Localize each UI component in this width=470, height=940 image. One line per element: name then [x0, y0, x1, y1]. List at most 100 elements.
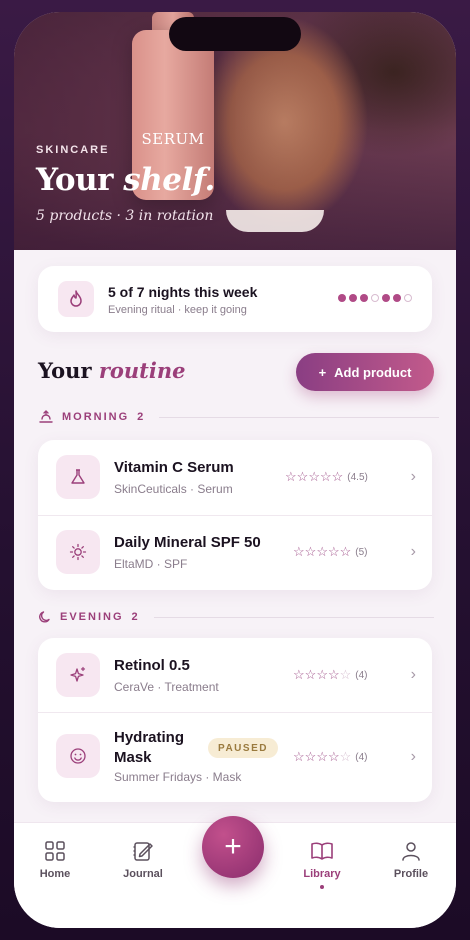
- product-row-hydrating-mask[interactable]: Hydrating Mask PAUSED Summer Fridays · M…: [38, 712, 432, 802]
- chevron-right-icon: ›: [410, 666, 416, 683]
- streak-dots: [338, 294, 412, 302]
- grid-icon: [45, 841, 65, 861]
- rating-value: (4.5): [347, 471, 368, 483]
- chevron-right-icon: ›: [410, 468, 416, 485]
- rating: ☆☆☆☆☆ (4): [293, 667, 368, 683]
- morning-label: MORNING: [62, 411, 130, 423]
- night-done-dot: [338, 294, 346, 302]
- product-name: Vitamin C Serum: [114, 459, 234, 476]
- streak-card[interactable]: 5 of 7 nights this week Evening ritual ·…: [38, 266, 432, 332]
- rating-value: (4): [355, 751, 368, 763]
- star-icon: ☆: [327, 544, 340, 559]
- star-icon: ☆: [285, 469, 297, 484]
- star-icon: ☆: [293, 544, 305, 559]
- star-icon: ☆: [316, 749, 328, 764]
- star-rating: ☆☆☆☆☆: [293, 544, 351, 560]
- rating: ☆☆☆☆☆ (5): [293, 544, 368, 560]
- star-icon: ☆: [304, 667, 317, 682]
- star-icon: ☆: [308, 469, 320, 484]
- star-icon: ☆: [339, 749, 352, 764]
- night-done-dot: [349, 294, 357, 302]
- active-indicator: [320, 885, 324, 889]
- star-icon: ☆: [339, 544, 352, 559]
- chevron-right-icon: ›: [410, 748, 416, 765]
- product-name: Retinol 0.5: [114, 657, 190, 674]
- product-row-vitamin-c[interactable]: Vitamin C Serum SkinCeuticals · Serum ☆☆…: [38, 440, 432, 515]
- add-product-button[interactable]: + Add product: [296, 353, 434, 391]
- sun-icon: [56, 530, 100, 574]
- product-name: Hydrating Mask: [114, 729, 185, 766]
- star-icon: ☆: [327, 749, 340, 764]
- streak-title: 5 of 7 nights this week: [108, 284, 258, 300]
- star-icon: ☆: [293, 667, 305, 682]
- night-missed-dot: [371, 294, 379, 302]
- nav-library[interactable]: Library: [287, 840, 357, 880]
- star-icon: ☆: [339, 667, 352, 682]
- divider: [159, 416, 440, 418]
- add-product-label: Add product: [334, 364, 412, 380]
- nav-library-label: Library: [303, 868, 341, 880]
- plus-icon: +: [318, 364, 327, 380]
- hero-photo-detail: [226, 210, 324, 232]
- star-icon: ☆: [304, 749, 317, 764]
- star-icon: ☆: [293, 749, 305, 764]
- product-meta: SkinCeuticals · Serum: [114, 482, 233, 496]
- product-meta: CeraVe · Treatment: [114, 680, 219, 694]
- divider: [153, 616, 434, 618]
- hero-kicker: SKINCARE: [36, 144, 110, 156]
- smile-icon: [56, 734, 100, 778]
- star-icon: ☆: [327, 667, 340, 682]
- star-icon: ☆: [316, 667, 328, 682]
- device-frame: SERUM SKINCARE Your shelf. 5 products · …: [0, 0, 470, 940]
- rating: ☆☆☆☆☆ (4.5): [285, 469, 368, 485]
- sunrise-icon: [39, 410, 53, 423]
- evening-group-header: EVENING 2: [38, 610, 434, 624]
- nav-home-label: Home: [39, 868, 71, 880]
- flame-icon: [58, 281, 94, 317]
- camera-notch: [169, 17, 301, 51]
- paused-badge: PAUSED: [208, 738, 278, 758]
- morning-list: Vitamin C Serum SkinCeuticals · Serum ☆☆…: [38, 440, 432, 590]
- chevron-right-icon: ›: [410, 543, 416, 560]
- rating-value: (5): [355, 546, 368, 558]
- product-meta: Summer Fridays · Mask: [114, 770, 242, 784]
- flask-icon: [56, 455, 100, 499]
- routine-heading: Your routine: [38, 358, 186, 383]
- page-subtitle: 5 products · 3 in rotation: [36, 208, 214, 224]
- product-row-spf[interactable]: Daily Mineral SPF 50 EltaMD · SPF ☆☆☆☆☆ …: [38, 515, 432, 590]
- add-fab-button[interactable]: +: [202, 816, 264, 878]
- evening-label: EVENING: [60, 611, 124, 623]
- nav-profile-label: Profile: [393, 868, 429, 880]
- notebook-icon: [133, 842, 153, 861]
- sparkle-icon: [56, 653, 100, 697]
- evening-count: 2: [131, 611, 140, 623]
- nav-journal[interactable]: Journal: [108, 840, 178, 880]
- book-icon: [311, 842, 333, 860]
- star-icon: ☆: [304, 544, 317, 559]
- rating-value: (4): [355, 669, 368, 681]
- nav-home[interactable]: Home: [20, 840, 90, 880]
- evening-list: Retinol 0.5 CeraVe · Treatment ☆☆☆☆☆ (4)…: [38, 638, 432, 802]
- phone-screen: SERUM SKINCARE Your shelf. 5 products · …: [14, 12, 456, 928]
- rating: ☆☆☆☆☆ (4): [293, 749, 368, 765]
- morning-group-header: MORNING 2: [38, 410, 440, 424]
- star-icon: ☆: [296, 469, 309, 484]
- user-icon: [402, 842, 420, 861]
- nav-profile[interactable]: Profile: [376, 840, 446, 880]
- star-icon: ☆: [331, 469, 344, 484]
- moon-icon: [39, 611, 50, 623]
- night-done-dot: [382, 294, 390, 302]
- product-meta: EltaMD · SPF: [114, 557, 188, 571]
- star-rating: ☆☆☆☆☆: [293, 749, 351, 765]
- nav-journal-label: Journal: [123, 868, 163, 880]
- streak-subtitle: Evening ritual · keep it going: [108, 304, 247, 316]
- night-done-dot: [393, 294, 401, 302]
- star-rating: ☆☆☆☆☆: [293, 667, 351, 683]
- star-icon: ☆: [319, 469, 332, 484]
- star-icon: ☆: [316, 544, 328, 559]
- page-title: Your shelf.: [36, 162, 215, 198]
- night-missed-dot: [404, 294, 412, 302]
- product-name: Daily Mineral SPF 50: [114, 534, 261, 551]
- star-rating: ☆☆☆☆☆: [285, 469, 343, 485]
- product-row-retinol[interactable]: Retinol 0.5 CeraVe · Treatment ☆☆☆☆☆ (4)…: [38, 638, 432, 712]
